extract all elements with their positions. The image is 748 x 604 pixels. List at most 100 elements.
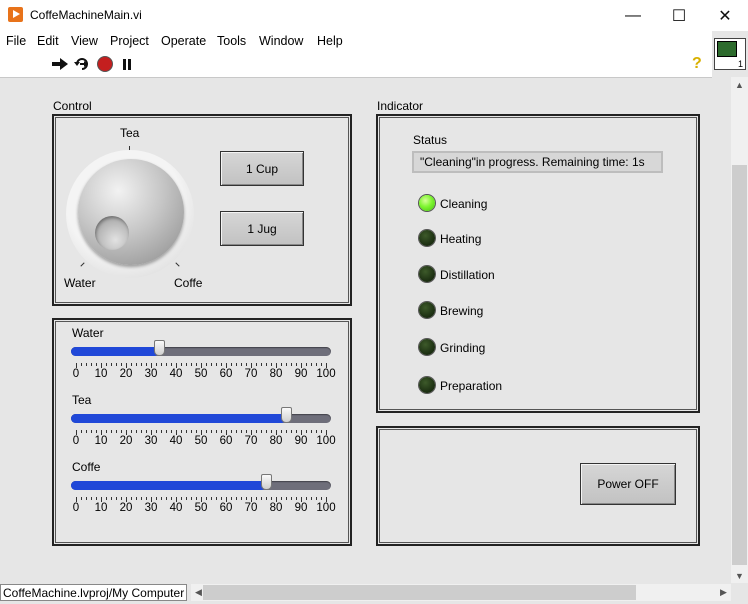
project-context-label: CoffeMachine.lvproj/My Computer	[0, 584, 188, 601]
run-arrow-icon[interactable]	[52, 58, 68, 70]
scale-tick	[306, 363, 307, 366]
led-label: Cleaning	[440, 197, 488, 211]
scale-tick	[271, 363, 272, 366]
menu-window[interactable]: Window	[259, 34, 303, 48]
scale-label: 50	[194, 368, 208, 380]
slider-track[interactable]	[71, 414, 331, 423]
vertical-scroll-thumb[interactable]	[732, 165, 747, 565]
menu-file[interactable]: File	[6, 34, 26, 48]
slider-thumb[interactable]	[261, 474, 272, 490]
scale-tick	[106, 430, 107, 433]
scale-tick	[161, 363, 162, 366]
scale-tick	[246, 430, 247, 433]
scale-tick	[156, 430, 157, 433]
scale-tick	[156, 363, 157, 366]
slider-track[interactable]	[71, 481, 331, 490]
slider-track[interactable]	[71, 347, 331, 356]
scale-tick	[191, 363, 192, 366]
menu-view[interactable]: View	[71, 34, 98, 48]
scale-tick	[206, 363, 207, 366]
one-jug-button[interactable]: 1 Jug	[220, 211, 304, 246]
scale-tick	[216, 430, 217, 433]
horizontal-scroll-thumb[interactable]	[203, 585, 636, 600]
led-label: Preparation	[440, 379, 503, 393]
power-off-button[interactable]: Power OFF	[580, 463, 676, 505]
scale-tick	[146, 363, 147, 366]
scale-tick	[96, 363, 97, 366]
scale-tick	[86, 430, 87, 433]
menu-bar	[0, 31, 712, 51]
scale-tick	[321, 363, 322, 366]
led-label: Heating	[440, 232, 482, 246]
scale-tick	[111, 363, 112, 366]
scale-tick	[221, 497, 222, 500]
scale-tick	[91, 497, 92, 500]
scale-tick	[221, 363, 222, 366]
scale-tick	[286, 363, 287, 366]
scale-tick	[306, 430, 307, 433]
scale-tick	[86, 363, 87, 366]
run-continuously-icon[interactable]	[74, 57, 90, 71]
vi-connector-icon[interactable]: 1	[714, 38, 746, 70]
scale-label: 40	[169, 368, 183, 380]
context-help-icon[interactable]: ?	[692, 55, 702, 73]
scale-tick	[211, 430, 212, 433]
scale-tick	[296, 430, 297, 433]
slider-thumb[interactable]	[153, 340, 165, 356]
knob-label-tea: Tea	[120, 126, 140, 140]
status-label: Status	[413, 133, 448, 147]
scale-tick	[261, 363, 262, 366]
labview-app-icon	[8, 7, 23, 22]
scale-tick	[141, 430, 142, 433]
status-display: "Cleaning"in progress. Remaining time: 1…	[412, 151, 663, 173]
slider-label: Water	[72, 326, 104, 340]
scroll-right-arrow-icon[interactable]: ▶	[720, 587, 727, 598]
scale-tick	[166, 497, 167, 500]
scale-tick	[311, 497, 312, 500]
scale-tick	[136, 430, 137, 433]
scale-tick	[116, 363, 117, 366]
scale-tick	[191, 497, 192, 500]
scale-tick	[146, 430, 147, 433]
scale-tick	[136, 497, 137, 500]
menu-tools[interactable]: Tools	[217, 34, 246, 48]
scale-label: 90	[294, 435, 308, 447]
minimize-button[interactable]: —	[610, 0, 656, 31]
scale-tick	[231, 430, 232, 433]
led-label: Distillation	[440, 268, 495, 282]
scale-tick	[246, 497, 247, 500]
scale-tick	[256, 497, 257, 500]
scale-label: 70	[244, 435, 258, 447]
status-led-brewing	[419, 302, 435, 318]
scale-label: 100	[316, 502, 336, 514]
scroll-up-arrow-icon[interactable]: ▲	[735, 80, 744, 90]
scale-label: 10	[94, 435, 108, 447]
scale-label: 30	[144, 435, 158, 447]
vi-icon-number: 1	[737, 59, 743, 69]
scale-tick	[116, 497, 117, 500]
menu-project[interactable]: Project	[110, 34, 149, 48]
drink-selector-knob[interactable]	[78, 159, 184, 265]
maximize-button[interactable]: ☐	[656, 0, 702, 31]
pause-icon[interactable]	[122, 59, 132, 70]
status-led-heating	[419, 230, 435, 246]
scale-tick	[271, 430, 272, 433]
scale-tick	[241, 363, 242, 366]
scale-tick	[96, 430, 97, 433]
scale-tick	[271, 497, 272, 500]
menu-operate[interactable]: Operate	[161, 34, 206, 48]
slider-label: Coffe	[72, 460, 101, 474]
slider-thumb[interactable]	[281, 407, 292, 423]
scale-tick	[216, 497, 217, 500]
scale-tick	[131, 430, 132, 433]
one-cup-button[interactable]: 1 Cup	[220, 151, 304, 186]
scale-tick	[106, 497, 107, 500]
slider-fill	[71, 347, 159, 356]
scroll-down-arrow-icon[interactable]: ▼	[735, 571, 744, 581]
abort-execution-icon[interactable]	[98, 57, 112, 71]
scroll-left-arrow-icon[interactable]: ◀	[195, 587, 202, 598]
menu-help[interactable]: Help	[317, 34, 343, 48]
scale-tick	[281, 430, 282, 433]
menu-edit[interactable]: Edit	[37, 34, 59, 48]
close-button[interactable]: ✕	[702, 0, 748, 31]
